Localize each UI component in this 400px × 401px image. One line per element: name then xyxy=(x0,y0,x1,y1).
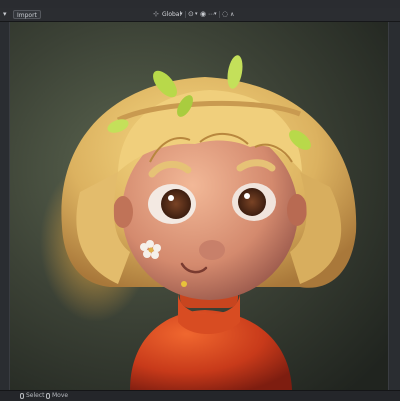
import-button[interactable]: Import xyxy=(13,10,41,19)
transform-orientation-icon[interactable]: ⊹ xyxy=(153,10,159,19)
viewport-frame xyxy=(9,22,389,390)
snap-icon[interactable]: ◉ xyxy=(200,10,206,19)
mouse-middle-icon xyxy=(46,392,50,399)
chevron-down-icon: ▾ xyxy=(214,11,217,17)
3d-viewport[interactable] xyxy=(0,22,400,390)
divider xyxy=(219,11,220,18)
proportional-editing-icon[interactable]: ◌ xyxy=(222,10,228,19)
editor-type-icon[interactable]: ▾ xyxy=(3,10,7,19)
left-gutter xyxy=(0,22,9,390)
status-bar: Select Move xyxy=(0,390,400,401)
transform-orientation-select[interactable]: Global xyxy=(162,10,181,19)
falloff-icon[interactable]: ∧ xyxy=(230,10,234,19)
chevron-down-icon: ▾ xyxy=(195,11,198,17)
divider xyxy=(185,11,186,18)
mouse-left-icon xyxy=(20,392,24,399)
right-gutter xyxy=(389,22,400,390)
pivot-point-icon[interactable]: ⊙ xyxy=(188,10,194,19)
status-move-label: Move xyxy=(52,392,69,399)
viewport-header: ▾ Import ⊹ Global ▾ ⊙ ▾ ◉ ⋯ ▾ ◌ ∧ xyxy=(0,8,400,22)
chevron-down-icon: ▾ xyxy=(180,11,183,17)
status-select-label: Select xyxy=(26,392,45,399)
